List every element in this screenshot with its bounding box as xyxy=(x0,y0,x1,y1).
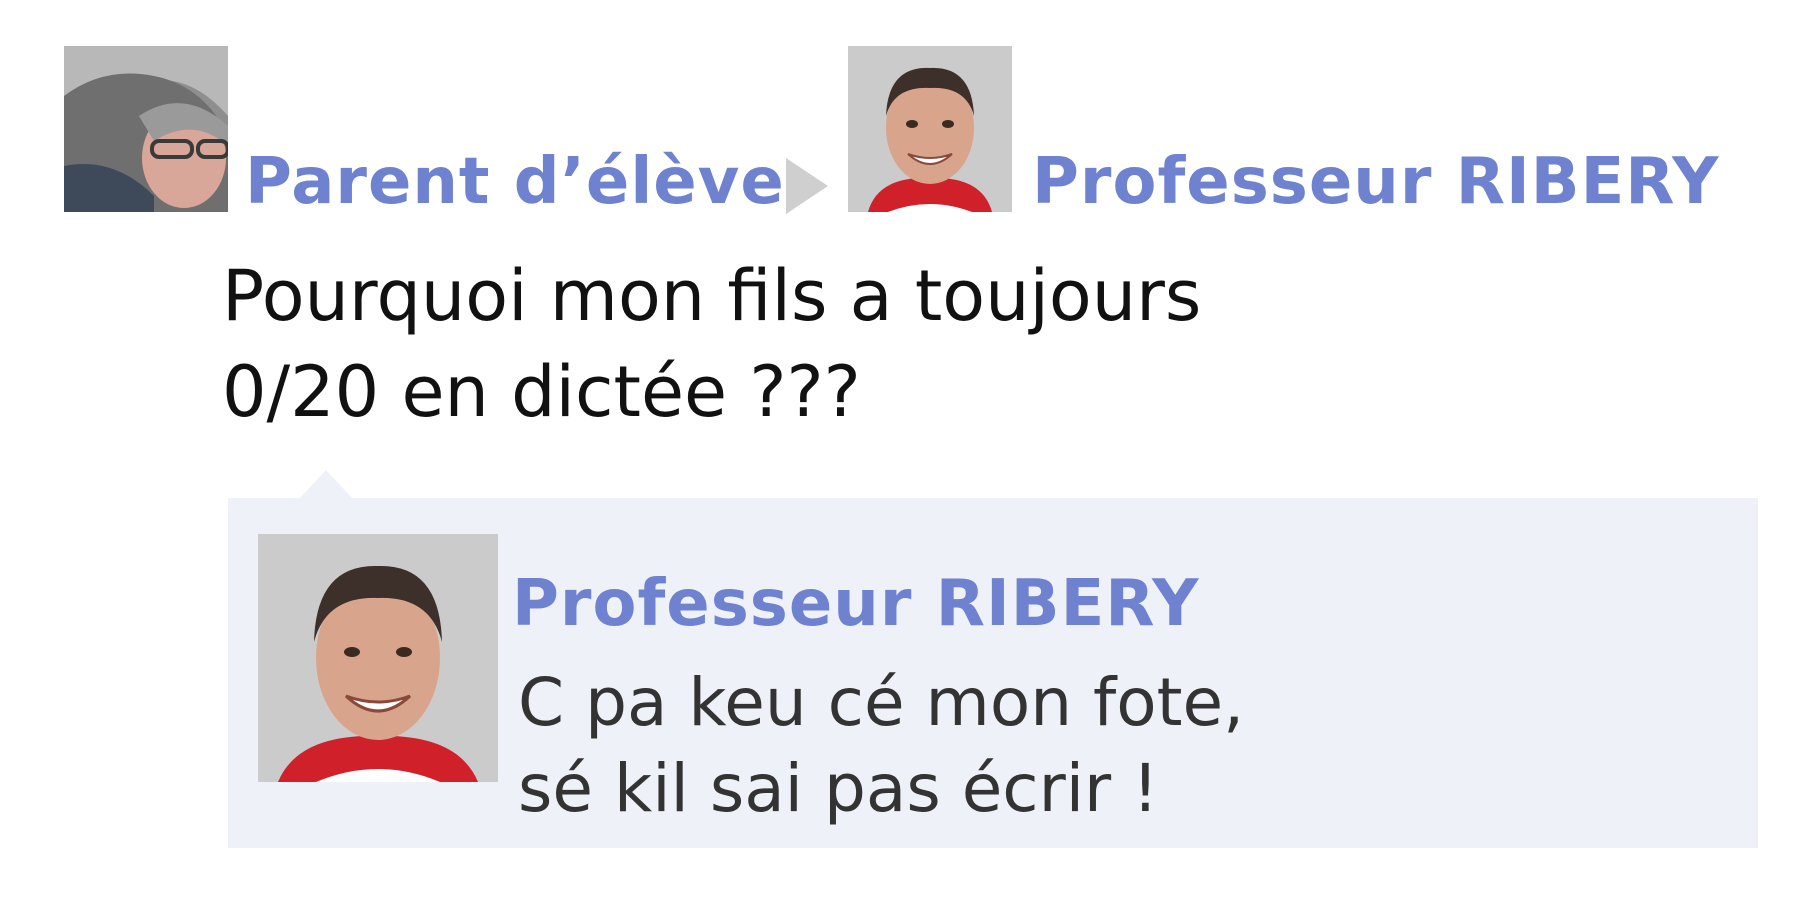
post-message-line: Pourquoi mon fils a toujours xyxy=(222,255,1202,337)
reply-author-name-link[interactable]: Professeur RIBERY xyxy=(512,564,1199,644)
reply-avatar[interactable] xyxy=(258,534,498,782)
post-message-line: 0/20 en dictée ??? xyxy=(222,351,861,433)
parent-avatar[interactable] xyxy=(64,46,228,212)
parent-photo xyxy=(64,46,228,212)
author-name-link[interactable]: Parent d’élève xyxy=(245,142,785,222)
reply-message-line: sé kil sai pas écrir ! xyxy=(518,750,1159,827)
reply-message-line: C pa keu cé mon fote, xyxy=(518,664,1245,741)
recipient-avatar[interactable] xyxy=(848,46,1012,212)
recipient-name-link[interactable]: Professeur RIBERY xyxy=(1032,142,1719,222)
professor-photo xyxy=(848,46,1012,212)
reply-pointer xyxy=(300,470,352,498)
reply-message: C pa keu cé mon fote, sé kil sai pas écr… xyxy=(518,660,1244,832)
post-message: Pourquoi mon fils a toujours 0/20 en dic… xyxy=(222,248,1201,440)
professor-photo xyxy=(258,534,498,782)
triangle-right-icon xyxy=(786,158,828,214)
